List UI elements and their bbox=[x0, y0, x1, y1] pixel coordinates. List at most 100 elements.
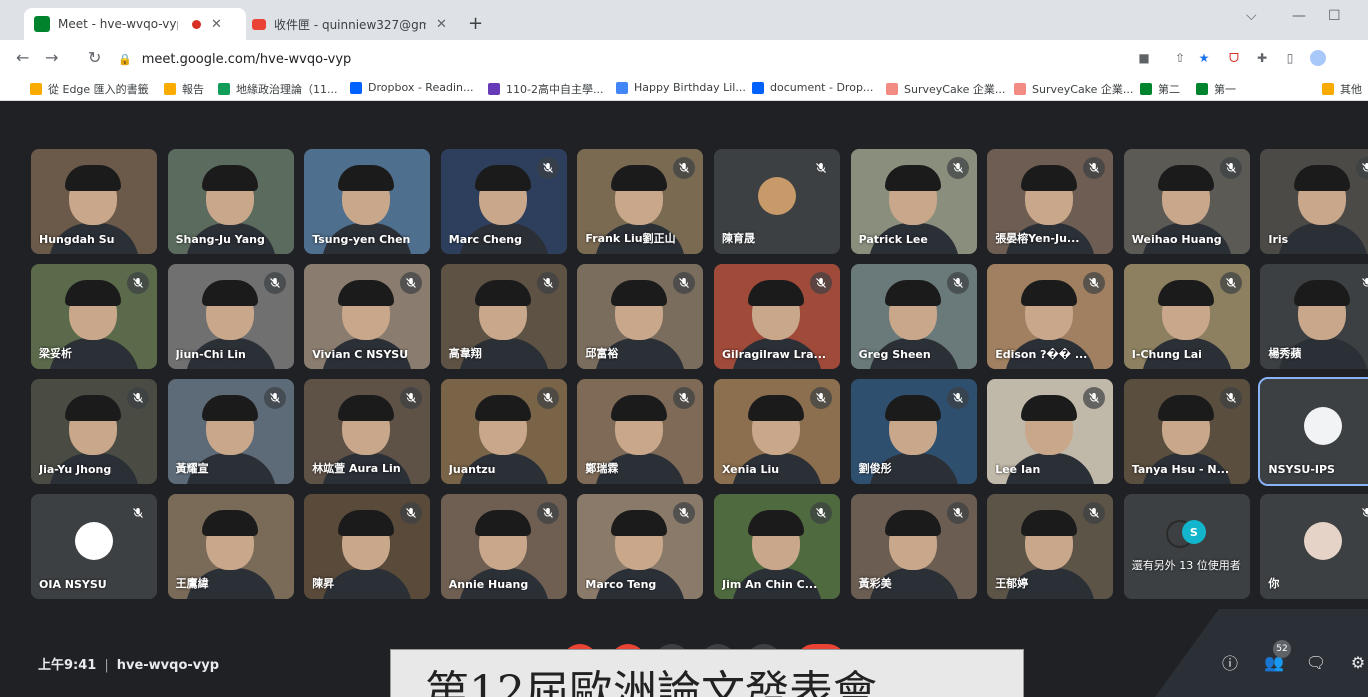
person-hair bbox=[611, 280, 668, 306]
avatar bbox=[758, 177, 796, 215]
bookmark-item[interactable]: 110-2高中自主學... bbox=[488, 81, 603, 97]
person-hair bbox=[201, 395, 258, 421]
participant-tile[interactable]: 楊秀蘋 bbox=[1260, 264, 1368, 369]
participant-tile[interactable]: 張晏榕Yen-Ju... bbox=[987, 149, 1114, 254]
participant-tile[interactable]: Vivian C NSYSU bbox=[304, 264, 431, 369]
participant-tile[interactable]: Jim An Chin C... bbox=[714, 494, 840, 599]
forward-arrow-icon[interactable]: → bbox=[45, 48, 58, 67]
participant-tile[interactable]: OIA NSYSU bbox=[31, 494, 157, 599]
tab-meet[interactable]: Meet - hve-wvqo-vyp ✕ bbox=[24, 8, 246, 40]
person-hair bbox=[1294, 165, 1351, 191]
participant-tile[interactable]: Xenia Liu bbox=[714, 379, 840, 484]
participant-tile[interactable]: 邱富裕 bbox=[577, 264, 704, 369]
bookmarks-bar: 從 Edge 匯入的書籤 報告 地緣政治理論（11... Dropbox - R… bbox=[0, 78, 1368, 101]
star-icon[interactable]: ★ bbox=[1196, 50, 1212, 66]
meeting-details[interactable]: 上午9:41 | hve-wvqo-vyp bbox=[38, 654, 219, 673]
activities-icon[interactable]: ⚙ bbox=[1346, 650, 1368, 674]
bookmark-item[interactable]: Dropbox - Readin... bbox=[350, 81, 473, 94]
participant-tile[interactable]: 黃耀宣 bbox=[167, 379, 294, 484]
participant-name: I-Chung Lai bbox=[1131, 348, 1202, 361]
participant-tile[interactable]: I-Chung Lai bbox=[1123, 264, 1250, 369]
bookmark-item[interactable]: 地緣政治理論（11... bbox=[218, 81, 338, 97]
maximize-button[interactable]: ☐ bbox=[1328, 8, 1341, 24]
mic-off-icon bbox=[946, 157, 969, 179]
info-icon[interactable]: ⓘ bbox=[1218, 650, 1242, 674]
participant-tile[interactable]: Marco Teng bbox=[577, 494, 704, 599]
participant-tile[interactable]: Annie Huang bbox=[440, 494, 567, 599]
participant-tile[interactable]: •••NSYSU-IPS bbox=[1258, 377, 1368, 486]
mic-off-icon bbox=[1219, 387, 1242, 409]
participant-tile[interactable]: 王郁婷 bbox=[987, 494, 1114, 599]
participant-name: 楊秀蘋 bbox=[1268, 347, 1302, 360]
bookmark-item-other[interactable]: 其他 bbox=[1322, 81, 1362, 97]
participant-tile[interactable]: Gilragilraw Lra... bbox=[714, 264, 840, 369]
participant-tile[interactable]: Weihao Huang bbox=[1123, 149, 1250, 254]
extension-icon[interactable]: ᗜ bbox=[1226, 50, 1242, 66]
participant-tile[interactable]: Tanya Hsu - N... bbox=[1123, 379, 1250, 484]
bookmark-item[interactable]: SurveyCake 企業... bbox=[1014, 81, 1133, 97]
person-hair bbox=[748, 280, 804, 306]
participant-name: 張晏榕Yen-Ju... bbox=[995, 232, 1080, 245]
participant-tile[interactable]: 你 bbox=[1260, 494, 1368, 599]
participant-tile[interactable]: Iris bbox=[1260, 149, 1368, 254]
participant-tile[interactable]: Shang-Ju Yang bbox=[167, 149, 294, 254]
back-arrow-icon[interactable]: ← bbox=[16, 48, 29, 67]
puzzle-icon[interactable]: ✚ bbox=[1254, 50, 1270, 66]
participant-tile[interactable]: 陳昇 bbox=[304, 494, 431, 599]
participant-name: Tanya Hsu - N... bbox=[1131, 463, 1230, 476]
participant-tile[interactable]: Lee Ian bbox=[987, 379, 1114, 484]
participant-tile[interactable]: 陳育晟 bbox=[714, 149, 840, 254]
reload-icon[interactable]: ↻ bbox=[88, 48, 101, 67]
mic-off-icon bbox=[946, 502, 969, 524]
browser-tab-bar: Meet - hve-wvqo-vyp ✕ 收件匣 - quinniew327@… bbox=[0, 0, 1368, 40]
participant-tile[interactable]: 梁妥析 bbox=[31, 264, 157, 369]
participant-tile[interactable]: Edison ?�� ... bbox=[987, 264, 1114, 369]
person-hair bbox=[611, 510, 668, 536]
minimize-button[interactable]: — bbox=[1292, 8, 1306, 24]
participant-tile[interactable]: 鄭瑞霖 bbox=[577, 379, 704, 484]
participant-tile[interactable]: S 還有另外 13 位使用者 bbox=[1123, 494, 1250, 599]
participant-tile[interactable]: 高韋翔 bbox=[440, 264, 567, 369]
side-panel-icon[interactable]: ▯ bbox=[1282, 50, 1298, 66]
participant-tile[interactable]: 王鷹緯 bbox=[167, 494, 294, 599]
mic-off-icon bbox=[536, 502, 559, 524]
bookmark-item[interactable]: 第二 bbox=[1140, 81, 1180, 97]
share-icon[interactable]: ⇧ bbox=[1172, 50, 1188, 66]
bookmark-item[interactable]: SurveyCake 企業... bbox=[886, 81, 1005, 97]
bookmark-item[interactable]: document - Drop... bbox=[752, 81, 873, 94]
address-bar[interactable]: 🔒 meet.google.com/hve-wvqo-vyp bbox=[118, 47, 351, 71]
close-tab-icon[interactable]: ✕ bbox=[211, 17, 222, 32]
person-hair bbox=[1294, 280, 1351, 306]
participant-tile[interactable]: Frank Liu劉正山 bbox=[577, 149, 704, 254]
chat-icon[interactable]: 🗨 bbox=[1304, 650, 1328, 674]
mic-off-icon bbox=[127, 387, 149, 409]
bookmark-item[interactable]: 從 Edge 匯入的書籤 bbox=[30, 81, 149, 97]
tab-search-chevron-icon[interactable]: ⌵ bbox=[1246, 8, 1257, 24]
tab-gmail[interactable]: 收件匣 - quinniew327@gmail.c ✕ bbox=[246, 8, 456, 40]
bookmark-item[interactable]: 第一 bbox=[1196, 81, 1236, 97]
profile-avatar[interactable] bbox=[1310, 50, 1326, 66]
participant-tile[interactable]: Jiun-Chi Lin bbox=[167, 264, 294, 369]
bookmark-item[interactable]: 報告 bbox=[164, 81, 204, 97]
mic-off-icon bbox=[810, 272, 832, 294]
participant-tile[interactable]: Greg Sheen bbox=[850, 264, 977, 369]
participant-tile[interactable]: 林竑萱 Aura Lin bbox=[304, 379, 431, 484]
participant-name: 陳育晟 bbox=[722, 232, 755, 245]
participant-tile[interactable]: Juantzu bbox=[440, 379, 567, 484]
participant-name: Frank Liu劉正山 bbox=[585, 232, 676, 245]
close-tab-icon[interactable]: ✕ bbox=[436, 17, 447, 32]
new-tab-button[interactable]: + bbox=[468, 13, 483, 34]
meet-icon bbox=[1140, 83, 1152, 95]
participant-tile[interactable]: 劉俊彤 bbox=[850, 379, 977, 484]
participant-tile[interactable]: Marc Cheng bbox=[440, 149, 567, 254]
camera-permission-icon[interactable]: ■ bbox=[1136, 50, 1152, 66]
participant-tile[interactable]: Tsung-yen Chen bbox=[304, 149, 431, 254]
participant-tile[interactable]: Hungdah Su bbox=[31, 149, 157, 254]
participant-tile[interactable]: Patrick Lee bbox=[850, 149, 977, 254]
participant-name: Hungdah Su bbox=[39, 233, 115, 246]
bookmark-item[interactable]: Happy Birthday Lil... bbox=[616, 81, 746, 94]
participant-tile[interactable]: 黃彩美 bbox=[850, 494, 977, 599]
participant-tile[interactable]: Jia-Yu Jhong bbox=[31, 379, 157, 484]
surveycake-icon bbox=[1014, 83, 1026, 95]
participant-name: 梁妥析 bbox=[39, 347, 72, 360]
